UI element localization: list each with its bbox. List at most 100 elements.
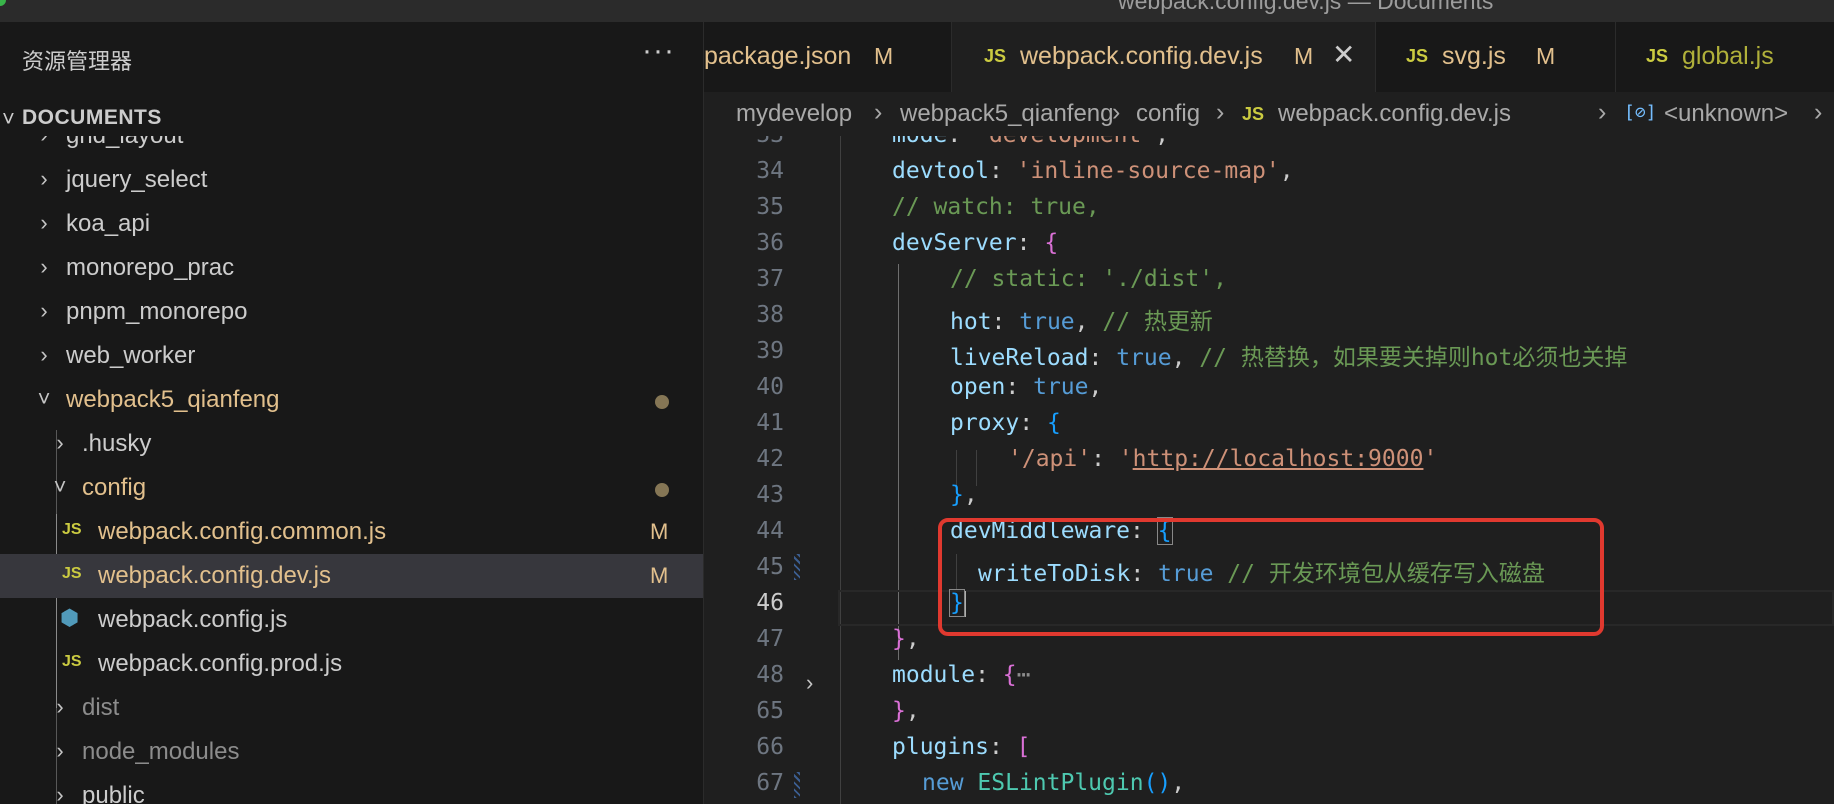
workspace-label: DOCUMENTS	[22, 106, 162, 129]
code-line: '/api': 'http://localhost:9000'	[1008, 446, 1438, 472]
breadcrumb-item-mydevelop[interactable]: mydevelop	[736, 100, 852, 128]
modified-badge: M	[650, 563, 669, 588]
code-line: new ESLintPlugin(),	[922, 770, 1186, 796]
tree-item-webpack5-qianfeng[interactable]: ˅ webpack5_qianfeng	[0, 378, 703, 422]
code-editor[interactable]: › 33 34 35 36 37 38 39 40 41 42 43 44 45…	[704, 136, 1834, 804]
close-icon[interactable]: ✕	[1332, 38, 1355, 71]
tree-item-label: webpack.config.prod.js	[98, 650, 343, 677]
tree-item-label: monorepo_prac	[66, 254, 235, 281]
tree-item-label: koa_api	[66, 210, 151, 237]
line-number: 40	[756, 374, 784, 400]
diff-modified-marker	[794, 554, 800, 580]
line-number: 34	[756, 158, 784, 184]
code-line: hot: true, // 热更新	[950, 309, 1213, 335]
code-boolean: true	[1116, 345, 1172, 371]
code-string: '/api'	[1008, 446, 1092, 472]
chevron-right-icon[interactable]: ›	[806, 670, 813, 696]
tab-global-js[interactable]: JS global.js	[1616, 22, 1834, 92]
folded-region-ellipsis[interactable]: ⋯	[1017, 662, 1031, 688]
modified-badge: M	[1536, 43, 1556, 69]
chevron-right-icon: ›	[1216, 98, 1225, 126]
tree-item-label: dist	[82, 694, 120, 721]
explorer-header: 资源管理器 ···	[0, 22, 703, 92]
tree-item-grid-layout[interactable]: › grid_layout	[0, 136, 703, 158]
more-actions-icon[interactable]: ···	[642, 34, 675, 68]
chevron-right-icon: ›	[1598, 98, 1607, 126]
code-comment: // watch: true,	[892, 194, 1100, 220]
tab-label: webpack.config.dev.js	[1020, 42, 1263, 70]
modified-badge: M	[650, 519, 669, 544]
tree-item-public[interactable]: › public	[0, 774, 703, 804]
tab-package-json[interactable]: package.json M	[704, 22, 952, 92]
code-key: devServer	[892, 230, 1017, 256]
line-number: 67	[756, 770, 784, 796]
chevron-down-icon: ˅	[37, 386, 51, 411]
chevron-right-icon: ›	[40, 166, 48, 191]
js-file-icon: JS	[62, 521, 82, 538]
window-title: webpack.config.dev.js — Documents	[1118, 0, 1494, 14]
code-line: module: {⋯	[892, 662, 1031, 688]
line-number: 45	[756, 554, 784, 580]
modified-dot-icon	[655, 483, 669, 497]
window-close-dot-icon[interactable]	[0, 0, 6, 6]
code-key: hot	[950, 309, 992, 335]
tree-item-webpack-config-common[interactable]: JS webpack.config.common.js M	[0, 510, 703, 554]
workspace-section-header[interactable]: ˅ DOCUMENTS	[0, 102, 703, 136]
line-number: 38	[756, 302, 784, 328]
chevron-right-icon: ›	[1814, 98, 1823, 126]
code-key: devtool	[892, 158, 989, 184]
tree-item-dist[interactable]: › dist	[0, 686, 703, 730]
modified-badge: M	[1294, 43, 1314, 69]
code-line: open: true,	[950, 374, 1103, 400]
tree-item-label: web_worker	[66, 342, 196, 369]
code-class-name: ESLintPlugin	[977, 770, 1144, 796]
breadcrumb-item-config[interactable]: config	[1136, 100, 1200, 128]
code-key: open	[950, 374, 1006, 400]
tree-item-webpack-config[interactable]: ⬢ webpack.config.js	[0, 598, 703, 642]
tab-svg-js[interactable]: JS svg.js M	[1376, 22, 1616, 92]
tree-item-husky[interactable]: › .husky	[0, 422, 703, 466]
code-key: mode	[892, 136, 947, 148]
editor-tabs: package.json M JS webpack.config.dev.js …	[704, 22, 1834, 92]
code-line: devServer: {	[892, 230, 1059, 256]
tree-item-node-modules[interactable]: › node_modules	[0, 730, 703, 774]
tree-item-webpack-config-dev[interactable]: JS webpack.config.dev.js M	[0, 554, 703, 598]
code-url-link[interactable]: http://localhost:9000	[1133, 446, 1424, 472]
js-file-icon: JS	[984, 46, 1007, 66]
chevron-right-icon: ›	[40, 298, 48, 323]
code-line: // static: './dist',	[950, 266, 1227, 292]
symbol-icon: [⊘]	[1624, 102, 1657, 123]
tab-label: package.json	[704, 42, 852, 70]
tree-item-label: webpack.config.common.js	[98, 518, 387, 545]
tree-item-web-worker[interactable]: › web_worker	[0, 334, 703, 378]
diff-modified-marker	[794, 772, 800, 798]
code-line: proxy: {	[950, 410, 1061, 436]
chevron-right-icon: ›	[40, 254, 48, 279]
code-line: },	[950, 482, 978, 508]
tree-item-koa-api[interactable]: › koa_api	[0, 202, 703, 246]
chevron-right-icon: ›	[56, 738, 64, 763]
tree-item-webpack-config-prod[interactable]: JS webpack.config.prod.js	[0, 642, 703, 686]
code-key: plugins	[892, 734, 989, 760]
breadcrumb-item-file[interactable]: webpack.config.dev.js	[1278, 100, 1511, 128]
js-file-icon: JS	[62, 653, 82, 670]
tree-item-pnpm-monorepo[interactable]: › pnpm_monorepo	[0, 290, 703, 334]
code-line: },	[892, 626, 920, 652]
js-file-icon: JS	[1646, 46, 1669, 66]
modified-dot-icon	[655, 395, 669, 409]
code-string: 'development'	[975, 136, 1155, 148]
line-number: 35	[756, 194, 784, 220]
chevron-right-icon: ›	[34, 136, 54, 148]
tree-item-label: public	[82, 782, 145, 804]
breadcrumb-item-symbol[interactable]: <unknown>	[1664, 100, 1788, 128]
code-key: module	[892, 662, 976, 688]
explorer-title: 资源管理器	[22, 49, 133, 74]
tree-item-label: jquery_select	[66, 166, 208, 193]
js-file-icon: JS	[1406, 46, 1429, 66]
tab-webpack-config-dev[interactable]: JS webpack.config.dev.js M ✕	[952, 22, 1376, 92]
breadcrumb-item-project[interactable]: webpack5_qianfeng	[900, 100, 1114, 128]
chevron-down-icon: ˅	[2, 106, 15, 131]
tree-item-config[interactable]: ˅ config	[0, 466, 703, 510]
tree-item-monorepo-prac[interactable]: › monorepo_prac	[0, 246, 703, 290]
tree-item-jquery-select[interactable]: › jquery_select	[0, 158, 703, 202]
